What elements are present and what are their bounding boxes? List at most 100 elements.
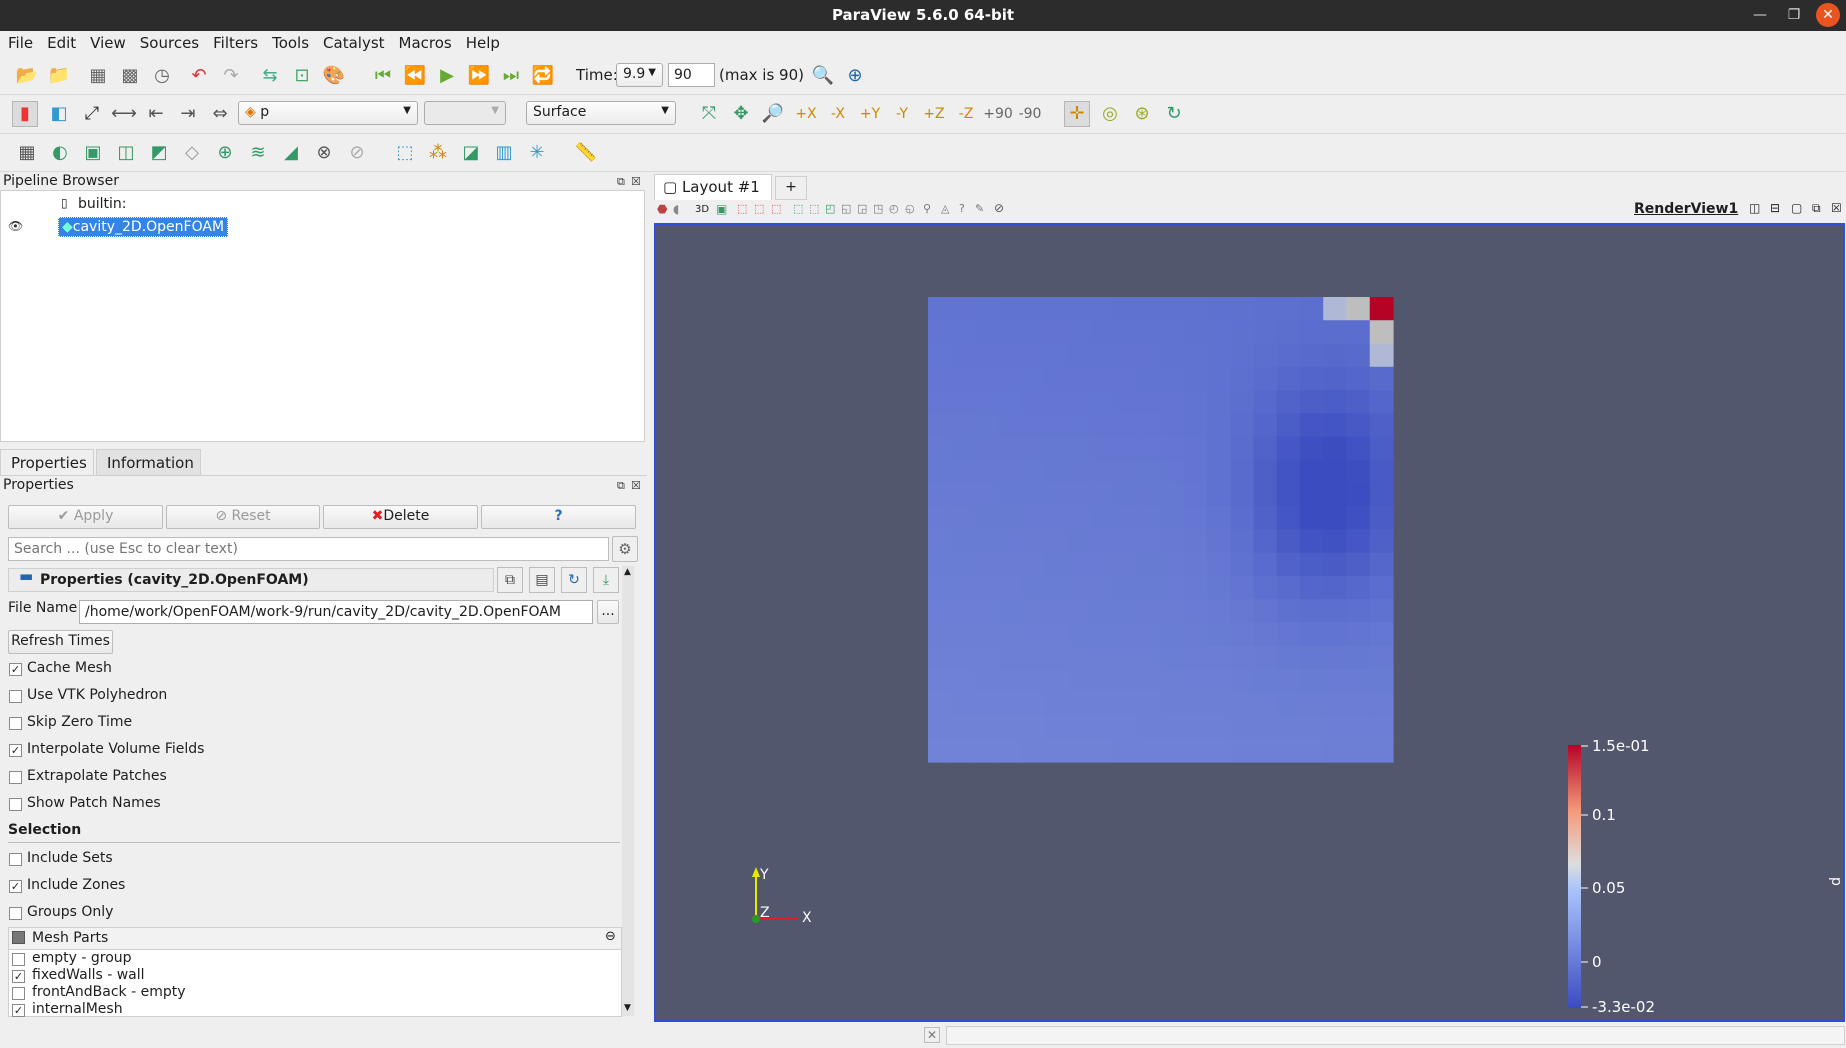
open-recent-icon[interactable]: 📁 xyxy=(46,63,72,89)
advanced-gear-icon[interactable]: ⚙ xyxy=(612,536,638,562)
time-value-select[interactable]: 9.9 ▼ xyxy=(616,63,663,87)
maximize-view-icon[interactable]: ▢ xyxy=(1791,201,1802,215)
color-variable-select[interactable]: ◈ p ▼ xyxy=(238,101,418,125)
visibility-eye-icon[interactable]: 👁 xyxy=(8,219,23,233)
save-data-icon[interactable]: ▦ xyxy=(85,63,111,89)
scroll-up-icon[interactable]: ▲ xyxy=(624,567,631,577)
component-select[interactable]: ▼ xyxy=(424,101,506,125)
loop-icon[interactable]: 🔁 xyxy=(530,63,556,89)
rescale-time-icon[interactable]: ⇤ xyxy=(143,101,169,127)
menu-help[interactable]: Help xyxy=(458,31,506,52)
mesh-part-checkbox[interactable]: ✓ xyxy=(12,970,25,983)
center-axes-icon[interactable]: ✛ xyxy=(1064,101,1090,127)
clear-selection-icon[interactable]: ⊘ xyxy=(994,201,1004,215)
rescale-all-icon[interactable]: ⇔ xyxy=(207,101,233,127)
view-plus-x-icon[interactable]: +X xyxy=(793,101,819,127)
save-state-icon[interactable]: ▩ xyxy=(117,63,143,89)
extrapolate-patches-checkbox[interactable] xyxy=(9,771,22,784)
zoom-to-box-icon[interactable]: 🔎 xyxy=(760,101,786,127)
menu-view[interactable]: View xyxy=(82,31,132,52)
paste-icon[interactable]: ▤ xyxy=(529,567,555,593)
include-zones-checkbox[interactable]: ✓ xyxy=(9,880,22,893)
clip-icon[interactable]: ▣ xyxy=(80,140,106,166)
grow-selection-icon[interactable]: ◳ xyxy=(873,202,883,215)
first-frame-icon[interactable]: ⏮ xyxy=(370,63,396,89)
threshold-icon[interactable]: ◩ xyxy=(146,140,172,166)
browse-button[interactable]: ... xyxy=(597,600,619,624)
reset-range-icon[interactable]: ⤢ xyxy=(79,101,105,127)
help-button[interactable]: ? xyxy=(481,505,636,529)
find-data-icon[interactable]: 🔍 xyxy=(810,63,836,89)
copy-icon[interactable]: ⧉ xyxy=(497,567,523,593)
view-minus-z-icon[interactable]: -Z xyxy=(953,101,979,127)
last-frame-icon[interactable]: ⏭ xyxy=(498,63,524,89)
view-minus-x-icon[interactable]: -X xyxy=(825,101,851,127)
redo-icon[interactable]: ↷ xyxy=(218,63,244,89)
rotate-plus-90-icon[interactable]: +90 xyxy=(983,101,1013,127)
open-file-icon[interactable]: 📂 xyxy=(14,63,40,89)
play-icon[interactable]: ▶ xyxy=(434,63,460,89)
selection-link-icon[interactable]: ⚲ xyxy=(923,202,931,215)
histogram-icon[interactable]: ▥ xyxy=(491,140,517,166)
select-points-icon[interactable]: ⬚ xyxy=(754,202,764,215)
select-polygon-icon[interactable]: ⬚ xyxy=(809,202,819,215)
menu-file[interactable]: File xyxy=(0,31,39,52)
reload-icon[interactable]: ↻ xyxy=(561,567,587,593)
undock-icon[interactable]: ⧉ xyxy=(617,175,625,189)
interpolate-volume-fields-checkbox[interactable]: ✓ xyxy=(9,744,22,757)
warp-icon[interactable]: ◢ xyxy=(278,140,304,166)
toggle-colorbar-icon[interactable]: ▮ xyxy=(12,101,38,127)
save-defaults-icon[interactable]: ⤓ xyxy=(593,567,619,593)
pipeline-root[interactable]: builtin: xyxy=(78,196,127,212)
ruler-small-icon[interactable]: ◬ xyxy=(941,202,949,215)
mesh-parts-header[interactable]: Mesh Parts ⊖ xyxy=(9,928,621,950)
rescale-custom-icon[interactable]: ⟷ xyxy=(111,101,137,127)
select-cells-icon[interactable]: ⬚ xyxy=(737,202,747,215)
stream-tracer-icon[interactable]: ≋ xyxy=(245,140,271,166)
representation-select[interactable]: Surface ▼ xyxy=(526,101,676,125)
query-icon[interactable]: ⊕ xyxy=(842,63,868,89)
mesh-part-checkbox[interactable]: ✓ xyxy=(12,1004,25,1017)
extract-selection-icon[interactable]: ⬚ xyxy=(392,140,418,166)
undo-icon[interactable]: ↶ xyxy=(186,63,212,89)
pick-center-icon[interactable]: ◎ xyxy=(1097,101,1123,127)
tab-properties[interactable]: Properties xyxy=(0,449,94,476)
refresh-times-button[interactable]: Refresh Times xyxy=(8,630,113,654)
split-horizontal-icon[interactable]: ◫ xyxy=(1749,201,1760,215)
zoom-to-data-icon[interactable]: ✥ xyxy=(728,101,754,127)
include-sets-checkbox[interactable] xyxy=(9,853,22,866)
extract-level-icon[interactable]: ⊘ xyxy=(344,140,370,166)
render-view-name[interactable]: RenderView1 xyxy=(1634,201,1738,217)
select-block-icon[interactable]: ⬚ xyxy=(793,202,803,215)
select-frustum-icon[interactable]: ⬚ xyxy=(771,202,781,215)
slice-icon[interactable]: ◫ xyxy=(113,140,139,166)
query-small-icon[interactable]: ? xyxy=(959,202,965,215)
plot-selection-icon[interactable]: ⁂ xyxy=(425,140,451,166)
edit-selection-icon[interactable]: ◵ xyxy=(905,202,915,215)
previous-frame-icon[interactable]: ⏪ xyxy=(402,63,428,89)
reset-camera-icon[interactable]: ⤧ xyxy=(696,101,722,127)
menu-edit[interactable]: Edit xyxy=(39,31,82,52)
orientation-axes-icon[interactable]: ↻ xyxy=(1161,101,1187,127)
mesh-part-checkbox[interactable] xyxy=(12,987,25,1000)
file-name-field[interactable]: /home/work/OpenFOAM/work-9/run/cavity_2D… xyxy=(79,600,593,624)
calculator-icon[interactable]: ▦ xyxy=(14,140,40,166)
maximize-icon[interactable]: ❐ xyxy=(1782,3,1806,27)
plot-over-line-icon[interactable]: ◪ xyxy=(458,140,484,166)
memory-close-icon[interactable]: ✕ xyxy=(924,1027,940,1043)
reset-center-icon[interactable]: ⊛ xyxy=(1129,101,1155,127)
use-vtk-polyhedron-checkbox[interactable] xyxy=(9,690,22,703)
cache-mesh-checkbox[interactable]: ✓ xyxy=(9,663,22,676)
time-step-spinbox[interactable]: 90 xyxy=(668,63,715,87)
add-layout-tab-button[interactable]: + xyxy=(775,176,807,200)
contour-icon[interactable]: ◐ xyxy=(47,140,73,166)
show-patch-names-checkbox[interactable] xyxy=(9,798,22,811)
restore-view-icon[interactable]: ⧉ xyxy=(1812,201,1821,216)
shrink-selection-icon[interactable]: ◴ xyxy=(889,202,899,215)
close-panel-icon[interactable]: ☒ xyxy=(631,175,641,188)
groups-only-checkbox[interactable] xyxy=(9,907,22,920)
close-icon[interactable]: ✕ xyxy=(1816,3,1840,27)
properties-search-input[interactable] xyxy=(8,537,609,561)
group-datasets-icon[interactable]: ⊗ xyxy=(311,140,337,166)
ruler-icon[interactable]: 📏 xyxy=(573,140,599,166)
